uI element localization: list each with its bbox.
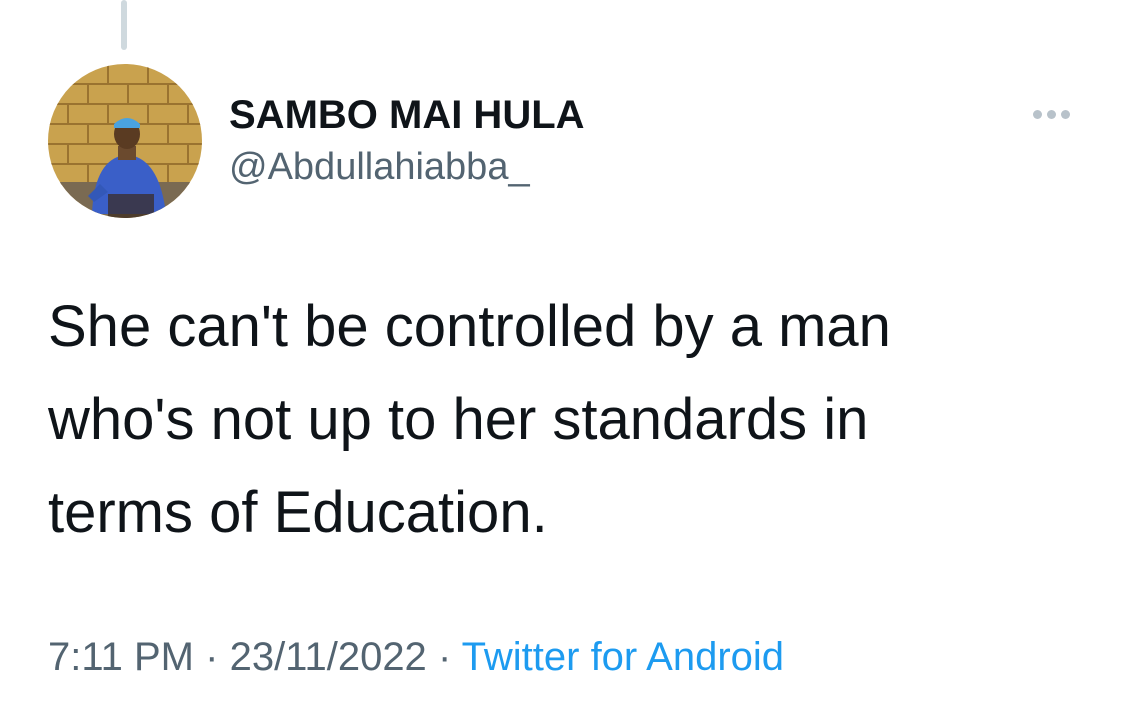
- more-horizontal-icon-dot: [1046, 109, 1056, 119]
- tweet-text-line: who's not up to her standards in: [48, 387, 869, 452]
- author-handle[interactable]: @Abdullahiabba_: [229, 145, 530, 189]
- author-display-name[interactable]: SAMBO MAI HULA: [229, 92, 585, 138]
- meta-separator: ·: [437, 635, 452, 679]
- tweet-text-line: terms of Education.: [48, 480, 548, 545]
- more-options-button[interactable]: [1024, 98, 1078, 130]
- tweet-text: She can't be controlled by a man who's n…: [48, 280, 1088, 559]
- tweet-meta: 7:11 PM · 23/11/2022 · Twitter for Andro…: [48, 630, 784, 684]
- avatar[interactable]: [48, 64, 202, 218]
- tweet-date[interactable]: 23/11/2022: [230, 635, 427, 679]
- avatar-image: [48, 64, 202, 218]
- thread-connector-line: [121, 0, 127, 50]
- more-horizontal-icon: [1032, 109, 1042, 119]
- tweet-source-link[interactable]: Twitter for Android: [462, 635, 784, 679]
- tweet-text-line: She can't be controlled by a man: [48, 294, 891, 359]
- tweet-time[interactable]: 7:11 PM: [48, 635, 194, 679]
- meta-separator: ·: [205, 635, 219, 679]
- more-horizontal-icon-dot: [1060, 109, 1070, 119]
